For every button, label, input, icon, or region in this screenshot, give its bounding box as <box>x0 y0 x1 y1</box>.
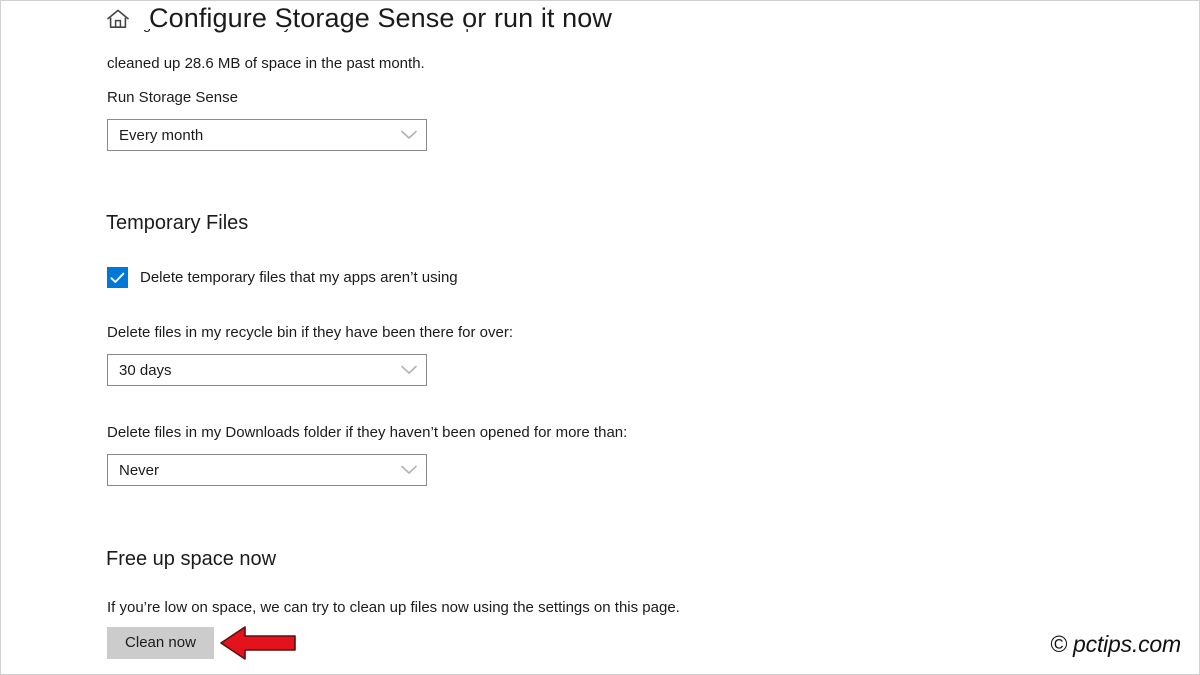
recycle-bin-dropdown[interactable]: 30 days <box>107 354 427 386</box>
free-up-space-description: If you’re low on space, we can try to cl… <box>107 599 680 616</box>
downloads-folder-dropdown[interactable]: Never <box>107 454 427 486</box>
run-storage-sense-dropdown[interactable]: Every month <box>107 119 427 151</box>
arrow-left-icon <box>219 624 297 662</box>
storage-sense-status-text: cleaned up 28.6 MB of space in the past … <box>107 55 425 72</box>
temporary-files-heading: Temporary Files <box>106 212 249 234</box>
intro-clipped-line: Storage Sense runs when your device is l… <box>107 29 667 45</box>
delete-temp-files-checkbox-row[interactable]: Delete temporary files that my apps aren… <box>107 267 458 288</box>
recycle-bin-dropdown-value: 30 days <box>119 361 172 379</box>
run-storage-sense-label: Run Storage Sense <box>107 89 238 106</box>
home-icon[interactable] <box>105 6 131 32</box>
page-title: Configure Storage Sense or run it now <box>149 3 612 33</box>
clean-now-button[interactable]: Clean now <box>107 627 214 659</box>
delete-temp-files-label: Delete temporary files that my apps aren… <box>140 269 458 286</box>
chevron-down-icon <box>392 455 426 485</box>
delete-temp-files-checkbox[interactable] <box>107 267 128 288</box>
run-storage-sense-dropdown-value: Every month <box>119 126 204 144</box>
settings-page: Configure Storage Sense or run it now St… <box>0 0 1200 675</box>
recycle-bin-label: Delete files in my recycle bin if they h… <box>107 324 514 341</box>
free-up-space-heading: Free up space now <box>106 548 277 570</box>
watermark: © pctips.com <box>1050 631 1181 657</box>
downloads-folder-label: Delete files in my Downloads folder if t… <box>107 424 628 441</box>
chevron-down-icon <box>392 120 426 150</box>
intro-clipped-text: Storage Sense runs when your device is l… <box>107 29 667 33</box>
page-header: Configure Storage Sense or run it now <box>105 5 612 32</box>
chevron-down-icon <box>392 355 426 385</box>
checkmark-icon <box>110 272 125 284</box>
downloads-folder-dropdown-value: Never <box>119 461 160 479</box>
